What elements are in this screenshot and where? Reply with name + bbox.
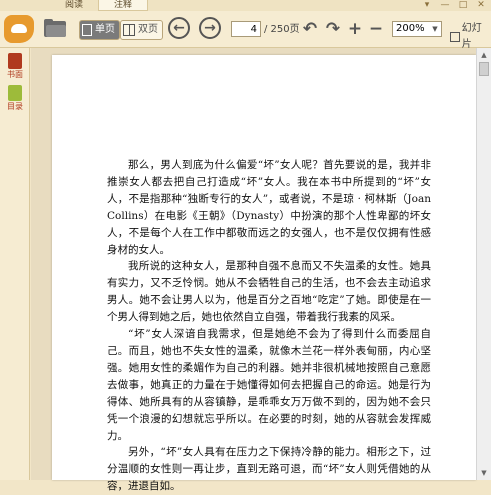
scroll-thumb[interactable] [479,62,489,76]
vertical-scrollbar[interactable]: ▲ ▼ [476,48,491,480]
chevron-down-icon[interactable]: ▼ [430,23,440,35]
page-number-input[interactable]: 4 [231,21,261,37]
minimize-icon[interactable]: — [439,1,451,10]
slideshow-icon [450,32,460,42]
sidebar-item-label: 目录 [7,102,23,111]
maximize-icon[interactable]: □ [457,1,469,10]
book-page: 那么，男人到底为什么偏爱“坏”女人呢？首先要说的是，我并非推崇女人都去把自己打造… [52,55,476,492]
total-pages: / 250页 [264,24,300,35]
tab-read[interactable]: 阅读 [50,0,98,11]
reading-area: 那么，男人到底为什么偏爱“坏”女人呢？首先要说的是，我并非推崇女人都去把自己打造… [31,48,476,492]
scroll-down-icon[interactable]: ▼ [477,466,491,480]
sidebar-item-bookcover[interactable]: 书面 [4,53,26,79]
page-text: 那么，男人到底为什么偏爱“坏”女人呢？首先要说的是，我并非推崇女人都去把自己打造… [107,157,431,495]
double-page-icon [123,24,135,36]
zoom-in-icon[interactable]: + [345,19,365,39]
book-icon [8,53,22,69]
open-folder-icon[interactable] [44,19,66,37]
zoom-select[interactable]: 200% ▼ [392,21,442,37]
menu-dropdown-icon[interactable]: ▾ [421,1,433,10]
next-page-icon[interactable]: → [199,17,221,39]
toolbar: 单页 双页 ← → 4 / 250页 ↶ ↷ + − 200% ▼ 幻灯片 [0,11,491,50]
app-logo-icon[interactable] [4,15,34,43]
single-page-icon [82,24,92,36]
sidebar: 书面 目录 [0,48,30,480]
sidebar-item-label: 书面 [7,70,23,79]
zoom-out-icon[interactable]: − [366,19,386,39]
double-page-button[interactable]: 双页 [120,20,163,40]
single-page-button[interactable]: 单页 [79,20,120,40]
paragraph: 我所说的这种女人，是那种自强不息而又不失温柔的女性。她具有实力，又不乏怜悯。她从… [107,260,431,324]
zoom-value: 200% [396,23,425,34]
rotate-left-icon[interactable]: ↶ [300,19,320,39]
tab-annotate[interactable]: 注释 [98,0,148,11]
scroll-up-icon[interactable]: ▲ [477,48,491,62]
single-page-label: 单页 [95,24,115,35]
paragraph: 另外，“坏”女人具有在压力之下保持冷静的能力。相形之下，过分温顺的女性则一再让步… [107,446,431,493]
mode-tabs: 阅读 注释 [50,0,148,11]
toc-icon [8,85,22,101]
close-icon[interactable]: ✕ [475,1,487,10]
sidebar-item-toc[interactable]: 目录 [4,85,26,111]
paragraph: 那么，男人到底为什么偏爱“坏”女人呢？首先要说的是，我并非推崇女人都去把自己打造… [107,159,431,256]
paragraph: “坏”女人深谙自我需求，但是她绝不会为了得到什么而委屈自己。而且，她也不失女性的… [107,328,431,442]
window-controls: ▾ — □ ✕ [421,1,487,10]
rotate-right-icon[interactable]: ↷ [323,19,343,39]
double-page-label: 双页 [138,24,158,35]
previous-page-icon[interactable]: ← [168,17,190,39]
